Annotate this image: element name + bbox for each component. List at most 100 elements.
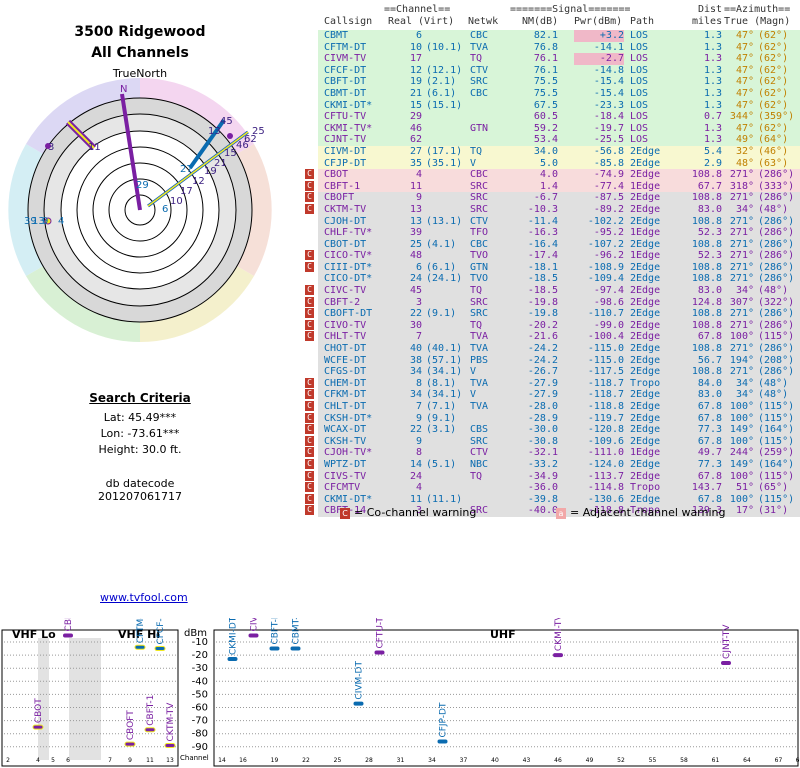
- table-row[interactable]: CFKM-DT 34 (34.1) V -27.9 -118.7 2Edge 83.0 34° (…: [305, 389, 800, 401]
- cell-nm: -6.7: [533, 192, 558, 204]
- table-row[interactable]: WPTZ-DT 14 (5.1) NBC -33.2 -124.0 2Edge 77.3 149…: [305, 458, 800, 471]
- table-row[interactable]: CJOH-TV* 8 CTV -32.1 -111.0 1Edge 49.7 244° (259…: [305, 447, 800, 459]
- table-row[interactable]: CKMI-DT* 11 (11.1) -39.8 -130.6 2Edge 67.8 100°…: [305, 493, 800, 506]
- cell-nm: -27.9: [527, 377, 558, 389]
- co-channel-warning-icon: C: [305, 424, 314, 435]
- co-channel-warning-icon: C: [305, 169, 314, 180]
- table-row[interactable]: CFCMTV 4 -36.0 -114.8 Tropo 143.7 51° (65°) C: [305, 482, 800, 494]
- cell-mag: (115°): [758, 331, 795, 343]
- cell-true: 47°: [735, 87, 754, 99]
- table-row[interactable]: CBOFT-DT 22 (9.1) SRC -19.8 -110.7 2Edge 108.8 2…: [305, 308, 800, 320]
- table-row[interactable]: CFGS-DT 34 (34.1) V -26.7 -117.5 2Edge 108.8 271…: [318, 366, 800, 378]
- table-row[interactable]: CKMI-TV* 46 GTN 59.2 -19.7 LOS 1.3 47° (62°): [318, 122, 800, 135]
- cell-dist: 1.3: [703, 41, 722, 53]
- table-row[interactable]: CIII-DT* 6 (6.1) GTN -18.1 -108.9 2Edge 108.8 27…: [305, 261, 800, 274]
- table-row[interactable]: CKSH-DT* 9 (9.1) -28.9 -119.7 2Edge 67.8 100° (1…: [305, 412, 800, 425]
- signal-marker: [374, 650, 385, 655]
- table-row[interactable]: CBOT-DT 25 (4.1) CBC -16.4 -107.2 2Edge 108.8 27…: [318, 238, 800, 251]
- table-row[interactable]: CIVM-TV 17 TQ 76.1 -2.7 LOS 1.3 47° (62°): [318, 53, 800, 65]
- table-row[interactable]: WCAX-DT 22 (3.1) CBS -30.0 -120.8 2Edge 77.3 149…: [305, 424, 800, 436]
- tvfool-link[interactable]: www.tvfool.com: [100, 591, 188, 604]
- cell-real: 6: [415, 261, 422, 273]
- table-row[interactable]: CHLT-TV 7 TVA -21.6 -100.4 2Edge 67.8 100° (115°…: [305, 331, 800, 344]
- cell-real: 8: [415, 377, 422, 389]
- table-row[interactable]: CFCF-DT 12 (12.1) CTV 76.1 -14.8 LOS 1.3 47° (62°…: [318, 64, 800, 77]
- table-row[interactable]: CBFT-2 3 SRC -19.8 -98.6 2Edge 124.8 307° (322°)…: [305, 296, 800, 309]
- table-row[interactable]: CBOT 4 CBC 4.0 -74.9 2Edge 108.8 271° (286°) C: [305, 169, 800, 181]
- table-row[interactable]: CKMI-DT* 15 (15.1) 67.5 -23.3 LOS 1.3 47° (62°): [318, 99, 800, 112]
- cell-virt: (12.1): [426, 64, 463, 76]
- site-title-line2: All Channels: [91, 45, 189, 61]
- table-row[interactable]: CBFT-1 11 SRC 1.4 -77.4 1Edge 67.7 318° (333°) C: [305, 180, 800, 193]
- table-row[interactable]: CIVM-DT 27 (17.1) TQ 34.0 -56.8 2Edge 5.4 32° (46…: [318, 145, 800, 158]
- table-row[interactable]: CFJP-DT 35 (35.1) V 5.0 -85.8 2Edge 2.9 48° (63°): [318, 157, 800, 170]
- cell-path: 2Edge: [630, 435, 661, 447]
- cell-call: CHOT-DT: [324, 343, 367, 355]
- table-row[interactable]: CHEM-DT 8 (8.1) TVA -27.9 -118.7 Tropo 84.0 34° (…: [305, 377, 800, 390]
- cell-mag: (286°): [758, 319, 795, 331]
- cell-mag: (286°): [758, 238, 795, 250]
- cell-mag: (48°): [758, 389, 789, 401]
- cell-nm: 60.5: [533, 111, 558, 123]
- table-row[interactable]: CFTM-DT 10 (10.1) TVA 76.8 -14.1 LOS 1.3 47° (62°…: [318, 41, 800, 54]
- cell-pwr: -23.3: [593, 99, 624, 111]
- co-channel-warning-icon: C: [305, 435, 314, 446]
- table-row[interactable]: CBOFT 9 SRC -6.7 -87.5 2Edge 108.8 271° (286°) C: [305, 192, 800, 204]
- hdr-miles: miles: [692, 16, 723, 27]
- cell-call: WPTZ-DT: [324, 458, 367, 470]
- table-row[interactable]: CBMT-DT 21 (6.1) CBC 75.5 -15.4 LOS 1.3 47° (62°): [318, 87, 800, 100]
- x-tick-label: 9: [128, 757, 132, 764]
- cell-dist: 52.3: [697, 227, 722, 239]
- table-row[interactable]: CJOH-DT 13 (13.1) CTV -11.4 -102.2 2Edge 108.8 2…: [318, 215, 800, 228]
- table-row[interactable]: CFTU-TV 29 60.5 -18.4 LOS 0.7 344° (359°): [318, 111, 800, 123]
- cell-pwr: -15.4: [593, 87, 624, 99]
- table-row[interactable]: CBFT-DT 19 (2.1) SRC 75.5 -15.4 LOS 1.3 47° (62°): [318, 76, 800, 88]
- cell-dist: 1.3: [703, 53, 722, 65]
- cell-net: SRC: [470, 435, 489, 447]
- cell-true: 271°: [729, 169, 754, 181]
- cell-pwr: -120.8: [587, 424, 624, 436]
- cell-virt: (2.1): [426, 76, 457, 88]
- table-row[interactable]: CHLF-TV* 39 TFO -16.3 -95.2 1Edge 52.3 271° (286…: [318, 227, 800, 239]
- cell-true: 47°: [735, 76, 754, 88]
- table-row[interactable]: CJNT-TV 62 53.4 -25.5 LOS 1.3 49° (64°): [318, 134, 800, 146]
- cell-net: CBC: [470, 87, 489, 99]
- cell-true: 32°: [735, 145, 754, 157]
- table-row[interactable]: CIVC-TV 45 TQ -18.5 -97.4 2Edge 83.0 34° (48°) C: [305, 285, 800, 297]
- cell-call: CJNT-TV: [324, 134, 367, 146]
- cell-nm: -11.4: [527, 215, 558, 227]
- cell-net: TVA: [470, 343, 489, 355]
- polar-label-27: 27: [180, 164, 193, 175]
- table-row[interactable]: CHLT-DT 7 (7.1) TVA -28.0 -118.8 2Edge 67.8 100°…: [305, 401, 800, 413]
- spectrum-y-ticks: -10 -20 -30 -40 -50 -60 -70 -80 -90: [192, 637, 208, 753]
- cell-virt: (4.1): [426, 238, 457, 250]
- table-row[interactable]: CKSH-TV 9 SRC -30.8 -109.6 2Edge 67.8 100° (115°…: [305, 435, 800, 448]
- cell-real: 19: [409, 76, 422, 88]
- cell-pwr: -74.9: [593, 169, 624, 181]
- cell-true: 271°: [729, 238, 754, 250]
- cell-mag: (115°): [758, 470, 795, 482]
- cell-true: 149°: [729, 424, 754, 436]
- cell-dist: 1.3: [703, 122, 722, 134]
- hdr-real: Real: [388, 16, 413, 27]
- legend-co-channel: C = Co-channel warning: [340, 506, 476, 519]
- cell-real: 25: [409, 238, 422, 250]
- table-row[interactable]: CHOT-DT 40 (40.1) TVA -24.2 -115.0 2Edge 108.8 2…: [318, 343, 800, 355]
- table-row[interactable]: CIVO-TV 30 TQ -20.2 -99.0 2Edge 108.8 271° (286°…: [305, 319, 800, 332]
- table-row[interactable]: CKTM-TV 13 SRC -10.3 -89.2 2Edge 83.0 34° (48°) C: [305, 203, 800, 216]
- cell-nm: 1.4: [539, 180, 558, 192]
- cell-nm: -27.9: [527, 389, 558, 401]
- cell-dist: 52.3: [697, 250, 722, 262]
- cell-call: CKMI-TV*: [324, 122, 373, 134]
- table-row[interactable]: CIVS-TV 24 TQ -34.9 -113.7 2Edge 67.8 100° (115°…: [305, 470, 800, 483]
- cell-call: CHLT-TV: [324, 331, 367, 343]
- table-row[interactable]: CBMT 6 CBC 82.1 +3.2 LOS 1.3 47° (62°): [318, 30, 800, 42]
- cell-path: 2Edge: [630, 493, 661, 505]
- table-row[interactable]: WCFE-DT 38 (57.1) PBS -24.2 -115.0 2Edge 56.7 19…: [318, 354, 800, 367]
- table-row[interactable]: CICO-DT* 24 (24.1) TVO -18.5 -109.4 2Edge 108.8…: [318, 273, 800, 286]
- cell-real: 30: [409, 319, 422, 331]
- marker-label: CBFT-1: [146, 695, 156, 726]
- cell-pwr: -56.8: [593, 145, 624, 157]
- table-row[interactable]: CICO-TV* 48 TVO -17.4 -96.2 1Edge 52.3 271° (286…: [305, 250, 800, 262]
- search-criteria: Search Criteria Lat: 45.49*** Lon: -73.6…: [60, 390, 220, 458]
